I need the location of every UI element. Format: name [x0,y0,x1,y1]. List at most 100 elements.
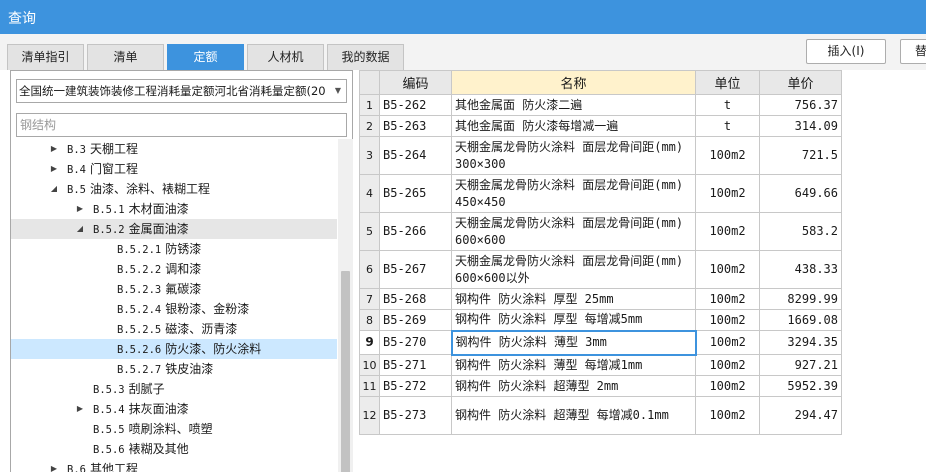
search-input[interactable]: 钢结构 [16,113,347,137]
expand-arrow-icon[interactable]: ▶ [75,399,85,419]
row-number[interactable]: 10 [359,354,380,376]
cell-name[interactable]: 其他金属面 防火漆每增减一遍 [451,115,696,137]
tree-scrollbar[interactable] [338,139,353,472]
cell-name[interactable]: 天棚金属龙骨防火涂料 面层龙骨间距(mm) 600×600以外 [451,250,696,289]
cell-name[interactable]: 钢构件 防火涂料 超薄型 每增减0.1mm [451,396,696,435]
cell-name[interactable]: 天棚金属龙骨防火涂料 面层龙骨间距(mm) 600×600 [451,212,696,251]
tab-bill[interactable]: 清单 [87,44,164,70]
expand-arrow-icon[interactable]: ▶ [75,199,85,219]
table-row[interactable]: 9 B5-270 钢构件 防火涂料 薄型 3mm 100m2 3294.35 [359,329,842,356]
quota-library-select[interactable]: 全国统一建筑装饰装修工程消耗量定额河北省消耗量定额(20 ▼ [16,79,347,103]
cell-code[interactable]: B5-262 [379,94,452,116]
cell-unit[interactable]: 100m2 [695,288,760,310]
cell-code[interactable]: B5-272 [379,375,452,397]
row-number[interactable]: 4 [359,174,380,213]
cell-code[interactable]: B5-265 [379,174,452,213]
table-row[interactable]: 6 B5-267 天棚金属龙骨防火涂料 面层龙骨间距(mm) 600×600以外 10… [359,250,842,289]
cell-name[interactable]: 钢构件 防火涂料 薄型 每增减1mm [451,354,696,376]
tree-item[interactable]: B.5.6 裱糊及其他 [11,439,337,459]
cell-unit[interactable]: 100m2 [695,212,760,251]
expand-arrow-icon[interactable]: ▶ [49,139,59,159]
cell-code[interactable]: B5-266 [379,212,452,251]
cell-code[interactable]: B5-271 [379,354,452,376]
cell-unit[interactable]: 100m2 [695,375,760,397]
tab-quota[interactable]: 定额 [167,44,244,70]
cell-code[interactable]: B5-263 [379,115,452,137]
cell-name[interactable]: 天棚金属龙骨防火涂料 面层龙骨间距(mm) 450×450 [451,174,696,213]
cell-unit[interactable]: t [695,115,760,137]
cell-unit[interactable]: t [695,94,760,116]
tree-item[interactable]: B.5.2.7 铁皮油漆 [11,359,337,379]
cell-name[interactable]: 天棚金属龙骨防火涂料 面层龙骨间距(mm) 300×300 [451,136,696,175]
cell-name[interactable]: 钢构件 防火涂料 超薄型 2mm [451,375,696,397]
header-code[interactable]: 编码 [379,70,452,95]
tab-labor-material-machine[interactable]: 人材机 [247,44,324,70]
tree-item[interactable]: B.5.2.5 磁漆、沥青漆 [11,319,337,339]
row-number[interactable]: 11 [359,375,380,397]
expand-arrow-icon[interactable]: ▶ [49,159,59,179]
cell-unit[interactable]: 100m2 [695,136,760,175]
tree-item[interactable]: ▶ B.5.4 抹灰面油漆 [11,399,337,419]
row-number[interactable]: 12 [359,396,380,435]
cell-code[interactable]: B5-269 [379,309,452,331]
cell-code[interactable]: B5-267 [379,250,452,289]
table-row[interactable]: 7 B5-268 钢构件 防火涂料 厚型 25mm 100m2 8299.99 [359,288,842,310]
cell-price[interactable]: 756.37 [759,94,842,116]
table-row[interactable]: 4 B5-265 天棚金属龙骨防火涂料 面层龙骨间距(mm) 450×450 100m… [359,174,842,213]
scrollbar-thumb[interactable] [341,271,350,472]
table-row[interactable]: 1 B5-262 其他金属面 防火漆二遍 t 756.37 [359,94,842,116]
cell-price[interactable]: 927.21 [759,354,842,376]
cell-name[interactable]: 钢构件 防火涂料 厚型 25mm [451,288,696,310]
table-row[interactable]: 12 B5-273 钢构件 防火涂料 超薄型 每增减0.1mm 100m2 294.47 [359,396,842,435]
table-row[interactable]: 11 B5-272 钢构件 防火涂料 超薄型 2mm 100m2 5952.39 [359,375,842,397]
tree-item[interactable]: B.5.2.2 调和漆 [11,259,337,279]
table-row[interactable]: 3 B5-264 天棚金属龙骨防火涂料 面层龙骨间距(mm) 300×300 100m… [359,136,842,175]
cell-name[interactable]: 钢构件 防火涂料 薄型 3mm [450,329,697,356]
cell-price[interactable]: 438.33 [759,250,842,289]
cell-price[interactable]: 8299.99 [759,288,842,310]
cell-unit[interactable]: 100m2 [695,174,760,213]
tree-item[interactable]: B.5.5 喷刷涂料、喷塑 [11,419,337,439]
cell-price[interactable]: 649.66 [759,174,842,213]
tree-item[interactable]: ◢ B.5.2 金属面油漆 [11,219,337,239]
table-row[interactable]: 8 B5-269 钢构件 防火涂料 厚型 每增减5mm 100m2 1669.08 [359,309,842,331]
cell-price[interactable]: 3294.35 [759,330,842,355]
tree-item[interactable]: B.5.3 刮腻子 [11,379,337,399]
header-price[interactable]: 单价 [759,70,842,95]
header-name[interactable]: 名称 [451,70,696,95]
cell-name[interactable]: 其他金属面 防火漆二遍 [451,94,696,116]
row-number[interactable]: 5 [359,212,380,251]
cell-price[interactable]: 5952.39 [759,375,842,397]
cell-unit[interactable]: 100m2 [695,396,760,435]
collapse-arrow-icon[interactable]: ◢ [75,219,85,239]
cell-name[interactable]: 钢构件 防火涂料 厚型 每增减5mm [451,309,696,331]
chevron-down-icon[interactable]: ▼ [330,80,346,102]
row-number[interactable]: 9 [359,330,380,355]
cell-code[interactable]: B5-270 [379,330,452,355]
row-number[interactable]: 3 [359,136,380,175]
tree-item[interactable]: ▶ B.5.1 木材面油漆 [11,199,337,219]
row-number[interactable]: 7 [359,288,380,310]
cell-code[interactable]: B5-273 [379,396,452,435]
header-unit[interactable]: 单位 [695,70,760,95]
cell-unit[interactable]: 100m2 [695,309,760,331]
cell-price[interactable]: 721.5 [759,136,842,175]
cell-unit[interactable]: 100m2 [695,250,760,289]
tree-item[interactable]: B.5.2.6 防火漆、防火涂料 [11,339,337,359]
tree-item[interactable]: ▶ B.4 门窗工程 [11,159,337,179]
cell-code[interactable]: B5-268 [379,288,452,310]
table-row[interactable]: 10 B5-271 钢构件 防火涂料 薄型 每增减1mm 100m2 927.21 [359,354,842,376]
tree-item[interactable]: B.5.2.3 氟碳漆 [11,279,337,299]
row-number[interactable]: 1 [359,94,380,116]
tab-my-data[interactable]: 我的数据 [327,44,404,70]
tree-item[interactable]: ◢ B.5 油漆、涂料、裱糊工程 [11,179,337,199]
cell-price[interactable]: 294.47 [759,396,842,435]
insert-button[interactable]: 插入(I) [806,39,886,64]
row-number[interactable]: 2 [359,115,380,137]
table-row[interactable]: 5 B5-266 天棚金属龙骨防火涂料 面层龙骨间距(mm) 600×600 100m… [359,212,842,251]
cell-price[interactable]: 1669.08 [759,309,842,331]
tree-item[interactable]: B.5.2.4 银粉漆、金粉漆 [11,299,337,319]
replace-button[interactable]: 替 [900,39,926,64]
cell-unit[interactable]: 100m2 [695,354,760,376]
cell-price[interactable]: 314.09 [759,115,842,137]
